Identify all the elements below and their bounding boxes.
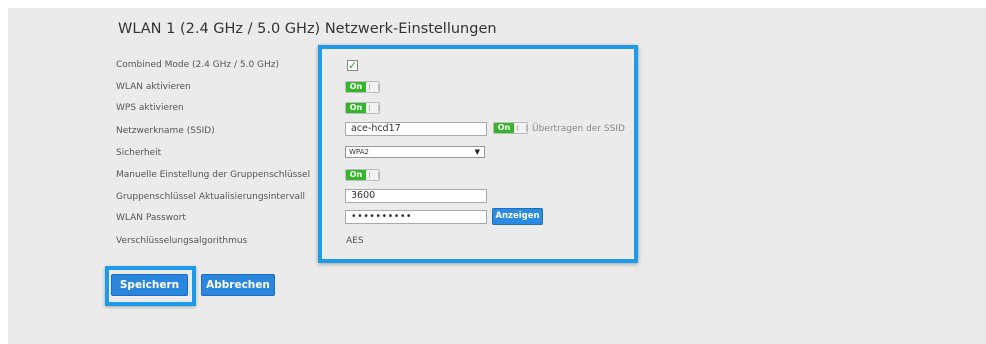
wlan-enable-label: WLAN aktivieren [116,82,191,92]
wps-enable-label: WPS aktivieren [116,103,184,113]
wlan-password-label: WLAN Passwort [116,213,186,223]
group-key-interval-label: Gruppenschlüssel Aktualisierungsinterval… [116,192,306,202]
cancel-button[interactable]: Abbrechen [201,274,275,296]
page-title: WLAN 1 (2.4 GHz / 5.0 GHz) Netzwerk-Eins… [118,21,497,37]
group-key-manual-label: Manuelle Einstellung der Gruppenschlüsse… [116,170,311,180]
ssid-label: Netzwerkname (SSID) [116,126,215,136]
encryption-label: Verschlüsselungsalgorithmus [116,236,248,246]
save-button[interactable]: Speichern [111,274,188,296]
security-label: Sicherheit [116,148,162,158]
combined-mode-label: Combined Mode (2.4 GHz / 5.0 GHz) [116,60,280,70]
settings-highlight-frame [318,45,638,263]
